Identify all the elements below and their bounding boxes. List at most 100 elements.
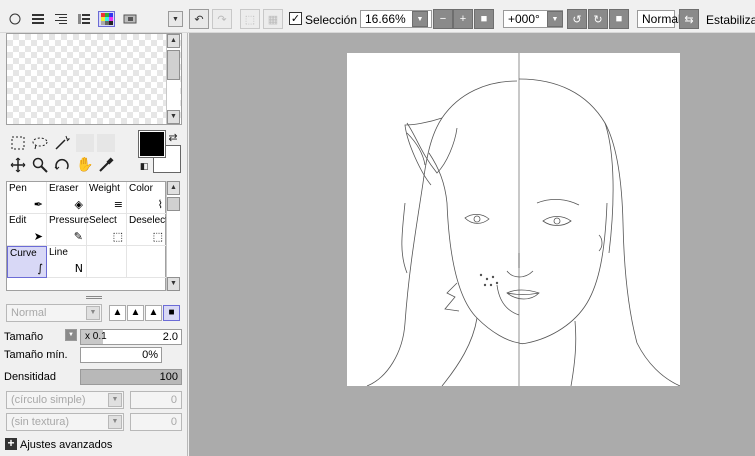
color-brush-icon: ⌇ — [157, 198, 163, 211]
rotate-tool-icon[interactable] — [53, 156, 71, 174]
undo-icon[interactable]: ↶ — [189, 9, 209, 29]
circle-view-icon[interactable] — [6, 11, 23, 27]
navigator-preview[interactable] — [6, 33, 182, 125]
compact-view-icon[interactable] — [75, 11, 92, 27]
edit-pointer-icon: ➤ — [33, 230, 43, 243]
min-size-label: Tamaño mín. — [4, 349, 68, 361]
rotate-right-icon[interactable]: ↻ — [588, 9, 608, 29]
top-toolbar: ▼ ↶ ↷ ⬚ ▦ ✓ Selección 16.66% ▼ − + ■ +00… — [0, 0, 755, 33]
zoom-tool-icon[interactable] — [31, 156, 49, 174]
zoom-out-icon[interactable]: − — [433, 9, 453, 29]
scroll-thumb[interactable] — [167, 197, 180, 211]
scroll-down-icon[interactable]: ▼ — [167, 110, 180, 124]
rotation-dropdown-arrow-icon[interactable]: ▼ — [547, 11, 563, 27]
advanced-settings-label[interactable]: Ajustes avanzados — [20, 439, 112, 451]
brush-shape-value[interactable]: 0 — [130, 391, 182, 409]
redo-icon[interactable]: ↷ — [212, 9, 232, 29]
scroll-up-icon[interactable]: ▲ — [167, 181, 180, 195]
swap-colors-icon[interactable]: ⇄ — [166, 130, 180, 144]
expand-plus-icon[interactable]: + — [5, 437, 17, 450]
scroll-up-icon[interactable]: ▲ — [167, 34, 180, 48]
canvas-area[interactable] — [189, 33, 755, 456]
eyedropper-icon[interactable] — [97, 156, 115, 174]
navigator-scrollbar[interactable]: ▲ ▼ — [166, 34, 180, 124]
magic-wand-icon[interactable] — [53, 134, 71, 152]
size-label: Tamaño — [4, 331, 44, 343]
rotation-reset-icon[interactable]: ■ — [609, 9, 629, 29]
size-value: 2.0 — [162, 331, 178, 343]
zoom-reset-icon[interactable]: ■ — [474, 9, 494, 29]
drawing-canvas[interactable] — [347, 53, 681, 387]
brush-pressure[interactable]: Pressure ✎ — [47, 214, 89, 246]
pen-icon: ✒ — [33, 198, 43, 211]
density-label: Densitidad — [4, 371, 56, 383]
zoom-dropdown-arrow-icon[interactable]: ▼ — [412, 11, 428, 27]
invert-selection-icon[interactable]: ▦ — [263, 9, 283, 29]
eraser-icon: ◈ — [74, 198, 83, 211]
empty-brush-slot — [127, 246, 167, 278]
selection-checkbox[interactable]: ✓ — [289, 12, 302, 25]
brush-shape-dropdown[interactable]: (círculo simple) ▼ — [6, 391, 124, 409]
size-slider[interactable]: x 0.1 2.0 — [80, 329, 182, 345]
hand-icon[interactable]: ✋ — [76, 156, 94, 174]
density-slider[interactable]: 100 — [80, 369, 182, 385]
stabilizer-label: Estabilizad — [706, 13, 755, 27]
line-art-sketch — [366, 53, 681, 387]
empty-tool-slot — [76, 134, 94, 152]
chevron-down-icon: ▼ — [108, 393, 122, 407]
line-icon: N — [74, 262, 83, 275]
density-value: 100 — [159, 371, 178, 383]
blend-mode-field[interactable]: Normal — [637, 10, 681, 28]
lasso-icon[interactable] — [31, 134, 49, 152]
brush-shape-solid-icon[interactable]: ■ — [163, 305, 180, 321]
chevron-down-icon: ▼ — [86, 306, 100, 320]
empty-brush-slot — [87, 246, 127, 278]
brush-shape-medium-icon[interactable]: ▲ — [127, 305, 144, 321]
rect-select-icon[interactable] — [9, 134, 27, 152]
brush-eraser[interactable]: Eraser ◈ — [47, 182, 87, 214]
flip-horizontal-icon[interactable]: ⇆ — [679, 9, 699, 29]
selection-label: Selección — [305, 13, 358, 27]
size-multiplier: x 0.1 — [85, 331, 107, 342]
swatch-icon[interactable] — [121, 11, 138, 27]
deselect-brush-icon: ⬚ — [152, 230, 163, 243]
scroll-down-icon[interactable]: ▼ — [167, 277, 180, 291]
zoom-in-icon[interactable]: + — [453, 9, 473, 29]
brush-color[interactable]: Color ⌇ — [127, 182, 167, 214]
deselect-icon[interactable]: ⬚ — [240, 9, 260, 29]
move-icon[interactable] — [9, 156, 27, 174]
brush-curve[interactable]: Curve ∫ — [7, 246, 47, 278]
rotate-left-icon[interactable]: ↺ — [567, 9, 587, 29]
pressure-icon: ✎ — [73, 230, 83, 243]
detail-view-icon[interactable] — [52, 11, 69, 27]
panel-resize-handle[interactable] — [86, 296, 102, 299]
paint-tool-window: ▼ ↶ ↷ ⬚ ▦ ✓ Selección 16.66% ▼ − + ■ +00… — [0, 0, 755, 456]
brush-tool-grid: Pen ✒ Eraser ◈ Weight ≡ Color ⌇ Edit ➤ Pressu… — [6, 181, 168, 291]
empty-tool-slot — [97, 134, 115, 152]
chevron-down-icon: ▼ — [108, 415, 122, 429]
brush-line[interactable]: Line N — [47, 246, 87, 278]
brush-select[interactable]: Select ⬚ — [87, 214, 127, 246]
blend-mode-dropdown[interactable]: Normal ▼ — [6, 304, 102, 322]
curve-icon: ∫ — [37, 262, 43, 275]
foreground-color-swatch[interactable] — [138, 130, 166, 158]
brush-weight[interactable]: Weight ≡ — [87, 182, 127, 214]
texture-dropdown[interactable]: (sin textura) ▼ — [6, 413, 124, 431]
brush-pen[interactable]: Pen ✒ — [7, 182, 47, 214]
scroll-thumb[interactable] — [167, 50, 180, 80]
weight-icon: ≡ — [113, 198, 123, 211]
color-grid-icon[interactable] — [98, 11, 115, 27]
toolbar-menu-arrow-icon[interactable]: ▼ — [168, 11, 183, 27]
brush-grid-scrollbar[interactable]: ▲ ▼ — [166, 181, 180, 291]
reset-colors-icon[interactable]: ◧ — [138, 161, 150, 173]
brush-edit[interactable]: Edit ➤ — [7, 214, 47, 246]
texture-value[interactable]: 0 — [130, 413, 182, 431]
select-brush-icon: ⬚ — [112, 230, 123, 243]
size-range-dropdown-icon[interactable]: ▼ — [65, 329, 77, 341]
brush-shape-soft-icon[interactable]: ▲ — [109, 305, 126, 321]
brush-deselect[interactable]: Deselect ⬚ — [127, 214, 168, 246]
tool-panel: ▲ ▼ ✋ ⇄ ◧ Pen ✒ Eraser ◈ Weight ≡ Color ⌇ Ed… — [0, 33, 188, 456]
min-size-slider[interactable]: 0% — [80, 347, 162, 363]
brush-shape-hard-icon[interactable]: ▲ — [145, 305, 162, 321]
list-view-icon[interactable] — [29, 11, 46, 27]
